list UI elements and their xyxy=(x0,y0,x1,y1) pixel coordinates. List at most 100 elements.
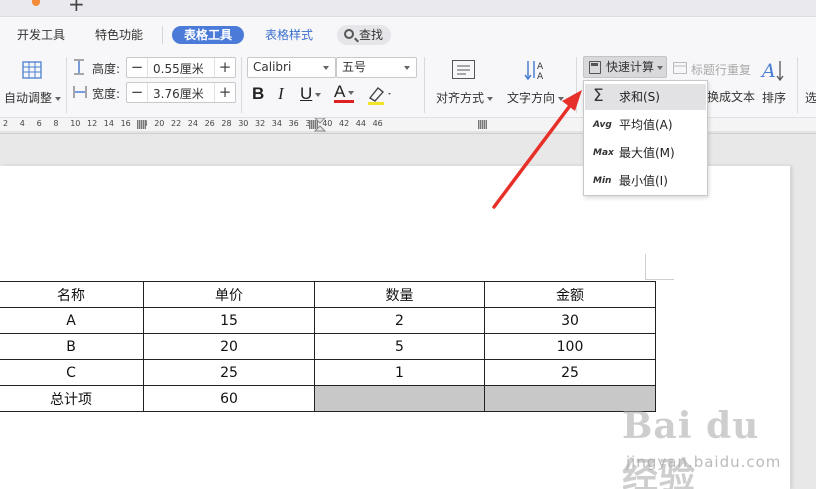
ruler-tick-label: 32 xyxy=(255,119,266,128)
table-cell[interactable]: 总计项 xyxy=(0,385,144,412)
ruler-tick-label: 4 xyxy=(19,119,25,128)
table-header-cell[interactable]: 金额 xyxy=(484,281,656,308)
menu-item-max[interactable]: Max 最大值(M) xyxy=(585,140,706,166)
table-grid-icon[interactable] xyxy=(21,59,43,81)
ruler-tick-label: 26 xyxy=(204,119,215,128)
ruler-indent-marker[interactable] xyxy=(314,118,326,134)
repeat-header-icon xyxy=(673,62,687,74)
max-icon: Max xyxy=(593,148,614,158)
height-stepper[interactable]: − 0.55厘米 + xyxy=(126,57,236,78)
table-header-cell[interactable]: 数量 xyxy=(314,281,485,308)
ruler-tick-label: 16 xyxy=(120,119,131,128)
align-icon[interactable] xyxy=(451,59,477,81)
quick-calc-label: 快速计算 xyxy=(606,60,655,74)
width-value[interactable]: 3.76厘米 xyxy=(153,85,204,102)
text-direction-button[interactable]: 文字方向 xyxy=(507,89,565,106)
table-cell[interactable]: 25 xyxy=(484,359,656,386)
height-increase-button[interactable]: + xyxy=(214,58,235,77)
font-color-label: A xyxy=(334,82,346,101)
menu-item-label: 最小值(I) xyxy=(619,174,668,188)
align-label: 对齐方式 xyxy=(436,91,485,105)
ribbon-tab-bar: 开发工具 特色功能 表格工具 表格样式 查找 xyxy=(0,17,816,51)
repeat-header-button[interactable]: 标题行重复 xyxy=(691,61,751,78)
table-cell[interactable]: 25 xyxy=(143,359,315,386)
height-value[interactable]: 0.55厘米 xyxy=(153,60,204,77)
font-name-select[interactable]: Calibri xyxy=(247,57,336,78)
bold-button[interactable]: B xyxy=(252,83,264,105)
ruler-tick-label: 10 xyxy=(70,119,81,128)
tab-table-tools[interactable]: 表格工具 xyxy=(172,26,245,44)
toolbar-divider xyxy=(66,57,67,113)
document-tab-strip: + xyxy=(0,0,816,17)
width-stepper[interactable]: − 3.76厘米 + xyxy=(126,82,236,103)
column-width-icon xyxy=(73,86,87,98)
table-header-cell[interactable]: 单价 xyxy=(143,281,315,308)
underline-button[interactable]: U xyxy=(300,83,322,105)
chevron-down-icon xyxy=(487,96,494,101)
height-decrease-button[interactable]: − xyxy=(127,58,148,77)
auto-adjust-button[interactable]: 自动调整 xyxy=(4,89,62,106)
auto-adjust-label: 自动调整 xyxy=(4,91,53,105)
ruler-tick-label: 44 xyxy=(355,119,366,128)
sort-button[interactable]: 排序 xyxy=(762,89,786,106)
font-name-value: Calibri xyxy=(253,60,292,74)
find-label: 查找 xyxy=(359,28,384,42)
font-size-select[interactable]: 五号 xyxy=(336,57,417,78)
table-cell[interactable]: C xyxy=(0,359,144,386)
ruler-tick-label: 42 xyxy=(339,119,350,128)
table-cell[interactable]: 15 xyxy=(143,307,315,334)
table-header-cell[interactable]: 名称 xyxy=(0,281,144,308)
table-cell[interactable]: A xyxy=(0,307,144,334)
ruler-tick-label: 30 xyxy=(238,119,249,128)
convert-to-text-button[interactable]: 换成文本 xyxy=(707,88,755,105)
selected-table-cell[interactable] xyxy=(314,385,485,412)
text-direction-icon[interactable]: A A xyxy=(523,58,549,82)
data-table[interactable]: 名称 单价 数量 金额 A 15 2 30 B 20 5 100 C 25 1 … xyxy=(0,281,656,412)
menu-item-label: 最大值(M) xyxy=(619,146,675,160)
ruler-column-marker[interactable] xyxy=(478,120,487,129)
menu-item-label: 求和(S) xyxy=(619,90,660,104)
sum-icon: Σ xyxy=(593,86,604,106)
ruler-column-marker[interactable] xyxy=(137,120,146,129)
baidu-jingyan-watermark: Bai du 经验 jingyan.baidu.com xyxy=(618,405,808,489)
svg-text:A: A xyxy=(760,60,776,82)
ruler-tick-label: 2 xyxy=(3,119,9,128)
quick-calc-button[interactable]: 快速计算 xyxy=(583,56,667,78)
table-cell[interactable]: 100 xyxy=(484,333,656,360)
tab-dev-tools[interactable]: 开发工具 xyxy=(17,26,65,44)
table-cell[interactable]: 60 xyxy=(143,385,315,412)
calculator-icon xyxy=(589,61,601,74)
menu-item-min[interactable]: Min 最小值(I) xyxy=(585,168,706,194)
chevron-down-icon xyxy=(55,96,62,101)
find-button[interactable]: 查找 xyxy=(337,25,391,45)
new-tab-plus-icon[interactable]: + xyxy=(68,0,85,14)
tab-special[interactable]: 特色功能 xyxy=(95,26,143,44)
width-increase-button[interactable]: + xyxy=(214,83,235,102)
chevron-down-icon xyxy=(348,90,355,95)
min-icon: Min xyxy=(593,176,612,186)
sort-icon[interactable]: A xyxy=(760,58,786,82)
table-cell[interactable]: B xyxy=(0,333,144,360)
table-cell[interactable]: 2 xyxy=(314,307,485,334)
table-row: A 15 2 30 xyxy=(0,307,656,334)
font-color-button[interactable]: A xyxy=(334,82,355,103)
ruler-tick-label: 24 xyxy=(187,119,198,128)
table-cell[interactable]: 1 xyxy=(314,359,485,386)
chevron-down-icon xyxy=(323,66,329,70)
table-cell[interactable]: 30 xyxy=(484,307,656,334)
margin-corner-mark xyxy=(645,254,674,280)
ruler-tick-label: 28 xyxy=(221,119,232,128)
table-cell[interactable]: 5 xyxy=(314,333,485,360)
underline-label: U xyxy=(300,84,313,103)
toolbar-divider xyxy=(797,57,798,113)
menu-item-average[interactable]: Avg 平均值(A) xyxy=(585,112,706,138)
ruler-tick-label: 36 xyxy=(288,119,299,128)
align-button[interactable]: 对齐方式 xyxy=(436,89,494,106)
menu-item-sum[interactable]: Σ 求和(S) xyxy=(585,84,706,110)
highlight-icon[interactable] xyxy=(366,84,394,106)
width-decrease-button[interactable]: − xyxy=(127,83,148,102)
table-cell[interactable]: 20 xyxy=(143,333,315,360)
italic-button[interactable]: I xyxy=(278,83,284,105)
tab-table-style[interactable]: 表格样式 xyxy=(265,26,313,44)
select-button[interactable]: 选 xyxy=(805,89,816,106)
